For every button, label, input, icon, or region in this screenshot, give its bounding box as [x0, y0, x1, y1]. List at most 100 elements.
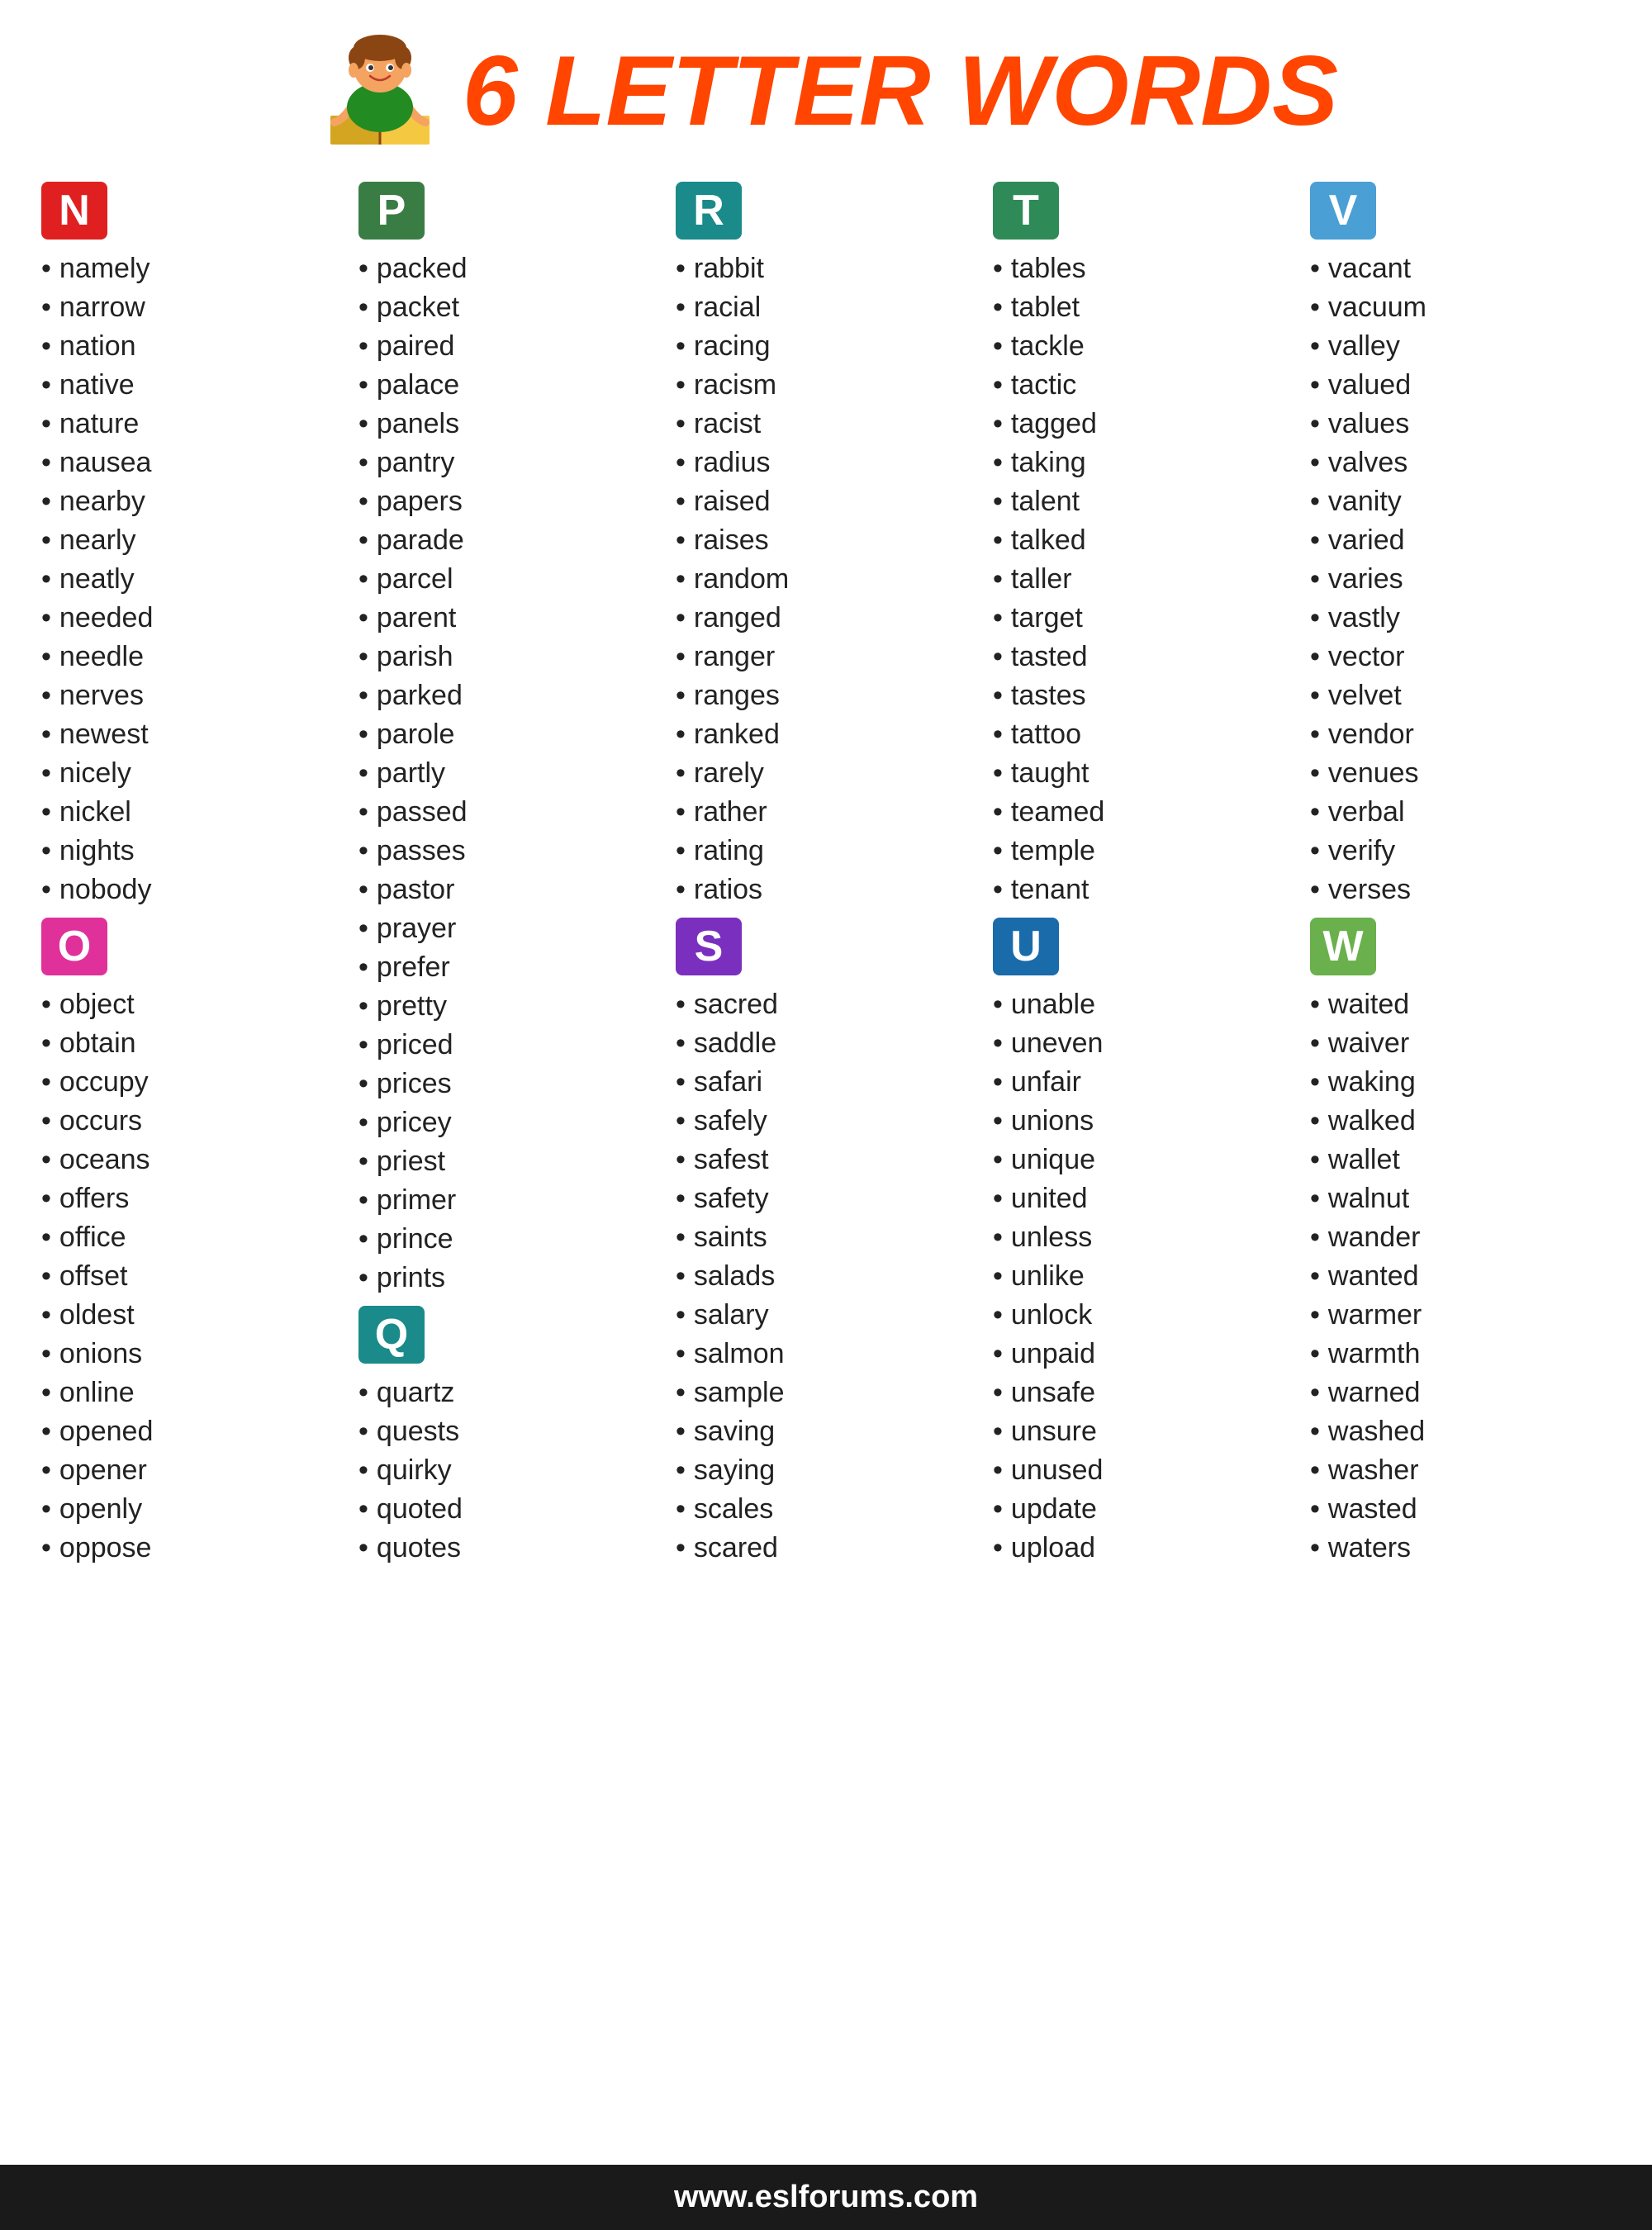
list-item: opened: [41, 1412, 342, 1451]
list-item: tablet: [993, 288, 1294, 327]
list-item: parade: [358, 521, 659, 560]
list-item: unsure: [993, 1412, 1294, 1451]
list-item: rabbit: [676, 249, 976, 288]
list-item: neatly: [41, 560, 342, 599]
list-item: onions: [41, 1335, 342, 1374]
list-item: update: [993, 1490, 1294, 1529]
list-item: nickel: [41, 793, 342, 832]
list-item: priced: [358, 1026, 659, 1065]
list-item: saddle: [676, 1024, 976, 1063]
list-item: unable: [993, 985, 1294, 1024]
list-item: vector: [1310, 638, 1611, 676]
list-item: saving: [676, 1412, 976, 1451]
list-item: unions: [993, 1102, 1294, 1141]
word-columns: Nnamelynarrownationnativenaturenauseanea…: [0, 165, 1652, 1584]
list-item: venues: [1310, 754, 1611, 793]
word-column: Rrabbitracialracingracismracistradiusrai…: [667, 173, 985, 1568]
list-item: washer: [1310, 1451, 1611, 1490]
list-item: raises: [676, 521, 976, 560]
letter-badge-W: W: [1310, 918, 1376, 975]
list-item: warned: [1310, 1374, 1611, 1412]
list-item: unique: [993, 1141, 1294, 1179]
list-item: taking: [993, 444, 1294, 482]
list-item: oldest: [41, 1296, 342, 1335]
list-item: office: [41, 1218, 342, 1257]
list-item: temple: [993, 832, 1294, 871]
list-item: waited: [1310, 985, 1611, 1024]
list-item: oceans: [41, 1141, 342, 1179]
list-item: uneven: [993, 1024, 1294, 1063]
list-item: parcel: [358, 560, 659, 599]
list-item: warmer: [1310, 1296, 1611, 1335]
list-item: unlike: [993, 1257, 1294, 1296]
list-item: tastes: [993, 676, 1294, 715]
list-item: sample: [676, 1374, 976, 1412]
list-item: salads: [676, 1257, 976, 1296]
list-item: nights: [41, 832, 342, 871]
boy-avatar: [314, 25, 446, 157]
list-item: valley: [1310, 327, 1611, 366]
list-item: warmth: [1310, 1335, 1611, 1374]
list-item: rating: [676, 832, 976, 871]
list-item: needle: [41, 638, 342, 676]
list-item: tenant: [993, 871, 1294, 909]
list-item: ranged: [676, 599, 976, 638]
list-item: quotes: [358, 1529, 659, 1568]
list-item: parish: [358, 638, 659, 676]
list-item: tattoo: [993, 715, 1294, 754]
list-item: priest: [358, 1142, 659, 1181]
list-item: ratios: [676, 871, 976, 909]
letter-badge-N: N: [41, 182, 107, 240]
letter-badge-V: V: [1310, 182, 1376, 240]
list-item: united: [993, 1179, 1294, 1218]
list-item: saints: [676, 1218, 976, 1257]
word-column: Ttablestablettackletactictaggedtakingtal…: [985, 173, 1302, 1568]
word-column: Nnamelynarrownationnativenaturenauseanea…: [33, 173, 350, 1568]
list-item: safely: [676, 1102, 976, 1141]
letter-badge-S: S: [676, 918, 742, 975]
list-item: rather: [676, 793, 976, 832]
list-item: parked: [358, 676, 659, 715]
list-item: prayer: [358, 909, 659, 948]
list-item: waters: [1310, 1529, 1611, 1568]
list-item: vacant: [1310, 249, 1611, 288]
list-item: saying: [676, 1451, 976, 1490]
list-item: vendor: [1310, 715, 1611, 754]
list-item: openly: [41, 1490, 342, 1529]
list-item: native: [41, 366, 342, 405]
list-item: raised: [676, 482, 976, 521]
list-item: nausea: [41, 444, 342, 482]
list-item: offers: [41, 1179, 342, 1218]
list-item: unsafe: [993, 1374, 1294, 1412]
list-item: nicely: [41, 754, 342, 793]
list-item: ranger: [676, 638, 976, 676]
list-item: pastor: [358, 871, 659, 909]
list-item: walnut: [1310, 1179, 1611, 1218]
list-item: wander: [1310, 1218, 1611, 1257]
word-column: Vvacantvacuumvalleyvaluedvaluesvalvesvan…: [1302, 173, 1619, 1568]
letter-badge-T: T: [993, 182, 1059, 240]
list-item: varies: [1310, 560, 1611, 599]
list-item: unless: [993, 1218, 1294, 1257]
page-title: 6 LETTER WORDS: [463, 41, 1338, 140]
list-item: wallet: [1310, 1141, 1611, 1179]
footer-url: www.eslforums.com: [0, 2165, 1652, 2230]
list-item: newest: [41, 715, 342, 754]
list-item: safest: [676, 1141, 976, 1179]
list-item: ranked: [676, 715, 976, 754]
list-item: offset: [41, 1257, 342, 1296]
list-item: racism: [676, 366, 976, 405]
list-item: values: [1310, 405, 1611, 444]
page-header: 6 LETTER WORDS: [0, 0, 1652, 165]
list-item: partly: [358, 754, 659, 793]
list-item: upload: [993, 1529, 1294, 1568]
list-item: opener: [41, 1451, 342, 1490]
list-item: nobody: [41, 871, 342, 909]
list-item: object: [41, 985, 342, 1024]
letter-badge-U: U: [993, 918, 1059, 975]
list-item: palace: [358, 366, 659, 405]
list-item: washed: [1310, 1412, 1611, 1451]
list-item: radius: [676, 444, 976, 482]
letter-badge-Q: Q: [358, 1306, 425, 1364]
list-item: prints: [358, 1259, 659, 1298]
